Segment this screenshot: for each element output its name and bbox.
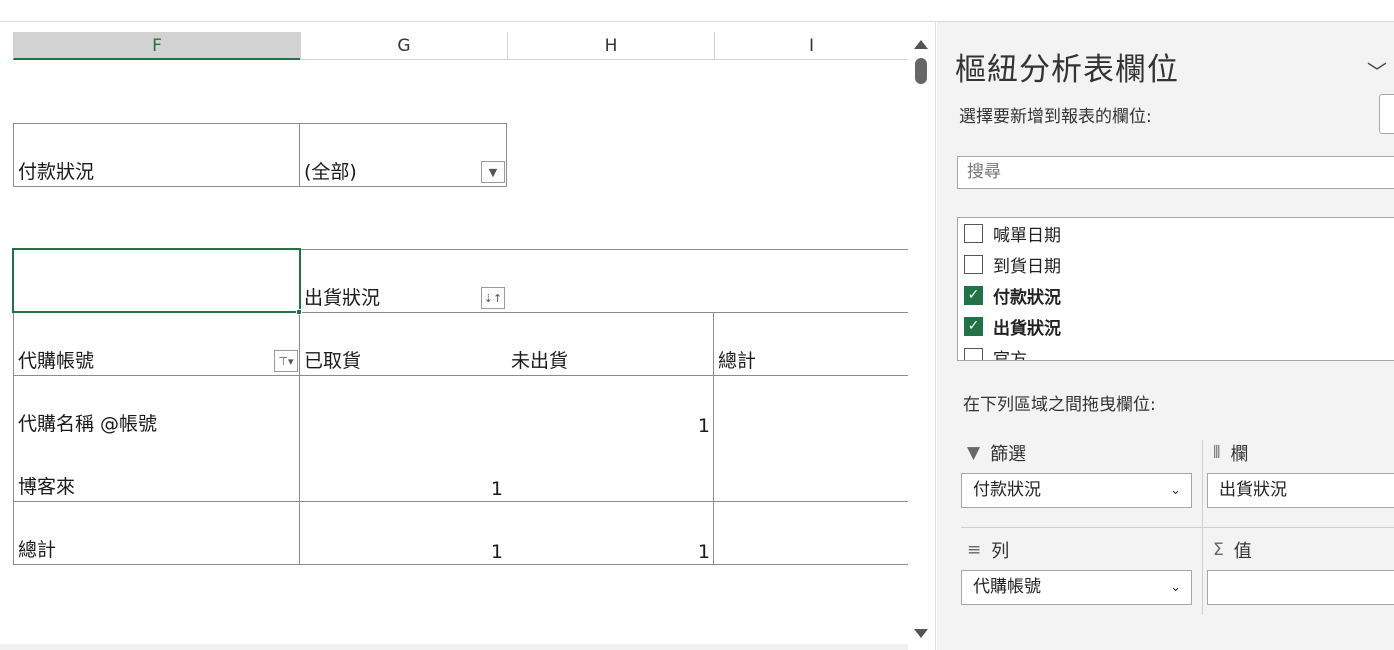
column-header-g[interactable]: G [300,32,507,60]
sigma-icon: Σ [1213,540,1224,560]
dropdown-arrow-icon: ▼ [488,165,498,179]
column-header-f[interactable]: F [13,32,300,60]
tools-gear-button[interactable] [1379,94,1394,134]
filters-area-header: ▼ 篩選 [967,440,1026,466]
grid-line [299,249,908,250]
field-item-label: 到貨日期 [993,256,1061,277]
grid-line [713,312,714,564]
filters-area-field[interactable]: 付款狀況 ⌄ [961,473,1192,508]
field-item-label: 官方 [993,349,1027,361]
scroll-down-arrow-icon[interactable] [914,629,928,638]
column-item-not-shipped[interactable]: 未出貨 [511,349,568,373]
pivot-field-list-pane: 樞紐分析表欄位 ﹀ 選擇要新增到報表的欄位: 搜尋 喊單日期 到貨日期 ✓ 付款… [937,22,1394,650]
grid-line [13,312,14,564]
grand-total-cell[interactable]: 1 [506,540,710,564]
filter-field-label[interactable]: 付款狀況 [18,160,94,184]
column-item-picked-up[interactable]: 已取貨 [304,349,361,373]
grid-line [299,123,300,186]
column-field-label[interactable]: 出貨狀況 [304,286,380,310]
row-field-label[interactable]: 代購帳號 [18,349,94,373]
field-item[interactable]: ✓ 出貨狀況 [964,313,1061,339]
grid-line [13,501,908,502]
check-icon: ✓ [967,318,980,334]
chevron-down-icon[interactable]: ⌄ [1170,474,1181,507]
vertical-scrollbar[interactable] [908,22,936,650]
values-area-title: 值 [1233,541,1252,562]
rows-area-header: ≡ 列 [967,537,1009,563]
top-bar [0,0,1394,22]
row-field-filter-button[interactable]: ⊤▾ [274,350,298,372]
check-icon: ✓ [967,287,980,303]
columns-area-title: 欄 [1230,444,1249,465]
columns-area-header: ⦀ 欄 [1213,440,1248,466]
field-search-input[interactable]: 搜尋 [957,156,1394,189]
grid-line [13,123,507,124]
field-item[interactable]: ✓ 付款狀況 [964,282,1061,308]
chevron-down-icon[interactable]: ⌄ [1170,571,1181,604]
checkbox[interactable] [964,223,983,243]
values-area-field[interactable] [1207,570,1394,605]
filter-funnel-icon: ▼ [967,443,981,463]
field-item-label: 喊單日期 [993,225,1061,246]
values-area-header: Σ 值 [1213,537,1252,563]
pane-options-chevron-icon[interactable]: ﹀ [1367,56,1387,85]
sort-ascending-icon: ⇣↑ [483,291,503,305]
grand-total-label[interactable]: 總計 [18,538,56,562]
field-item[interactable]: 到貨日期 [964,251,1061,277]
filter-field-value[interactable]: (全部) [304,160,357,184]
grid-line [506,123,507,186]
grand-total-cell[interactable]: 1 [299,540,503,564]
column-header-i[interactable]: I [714,32,908,60]
field-item-label: 出貨狀況 [993,318,1061,339]
columns-bars-icon: ⦀ [1213,443,1221,463]
scroll-thumb[interactable] [915,58,927,84]
data-cell[interactable]: 1 [299,477,503,501]
filter-dropdown-button[interactable]: ▼ [481,161,505,183]
rows-lines-icon: ≡ [967,540,982,560]
column-field-sort-button[interactable]: ⇣↑ [481,287,505,309]
field-list[interactable]: 喊單日期 到貨日期 ✓ 付款狀況 ✓ 出貨狀況 官方 [957,217,1394,361]
grid-line [13,375,908,376]
columns-area-field-label: 出貨狀況 [1219,480,1287,500]
grid-line [13,123,14,186]
filter-funnel-icon: ⊤▾ [278,354,294,368]
grid-line [13,186,507,187]
rows-area-title: 列 [991,541,1010,562]
checkbox-checked[interactable]: ✓ [964,316,983,336]
filters-area-title: 篩選 [990,444,1027,465]
filters-area-field-label: 付款狀況 [973,480,1041,500]
horizontal-scrollbar[interactable] [0,644,908,650]
spreadsheet-grid[interactable]: F G H I 付款狀況 (全部) ▼ 出貨狀況 ⇣↑ 代購帳號 ⊤▾ 已取貨 … [0,22,908,650]
pane-subtitle: 選擇要新增到報表的欄位: [959,107,1152,127]
checkbox[interactable] [964,347,983,360]
active-cell[interactable] [12,248,301,313]
column-item-grand-total[interactable]: 總計 [718,349,756,373]
area-divider [961,527,1394,528]
row-item-label[interactable]: 博客來 [18,475,75,499]
grid-line [13,564,908,565]
fill-handle[interactable] [296,309,302,315]
scroll-up-arrow-icon[interactable] [914,40,928,49]
column-header-h[interactable]: H [507,32,714,60]
field-item[interactable]: 官方 [964,344,1027,361]
rows-area-field-label: 代購帳號 [973,577,1041,597]
row-item-label[interactable]: 代購名稱 @帳號 [18,412,157,436]
checkbox-checked[interactable]: ✓ [964,285,983,305]
field-item[interactable]: 喊單日期 [964,220,1061,246]
field-item-label: 付款狀況 [993,287,1061,308]
checkbox[interactable] [964,254,983,274]
drag-areas-label: 在下列區域之間拖曳欄位: [963,395,1156,415]
pane-title: 樞紐分析表欄位 [955,52,1179,88]
rows-area-field[interactable]: 代購帳號 ⌄ [961,570,1192,605]
data-cell[interactable]: 1 [506,414,710,438]
columns-area-field[interactable]: 出貨狀況 [1207,473,1394,508]
